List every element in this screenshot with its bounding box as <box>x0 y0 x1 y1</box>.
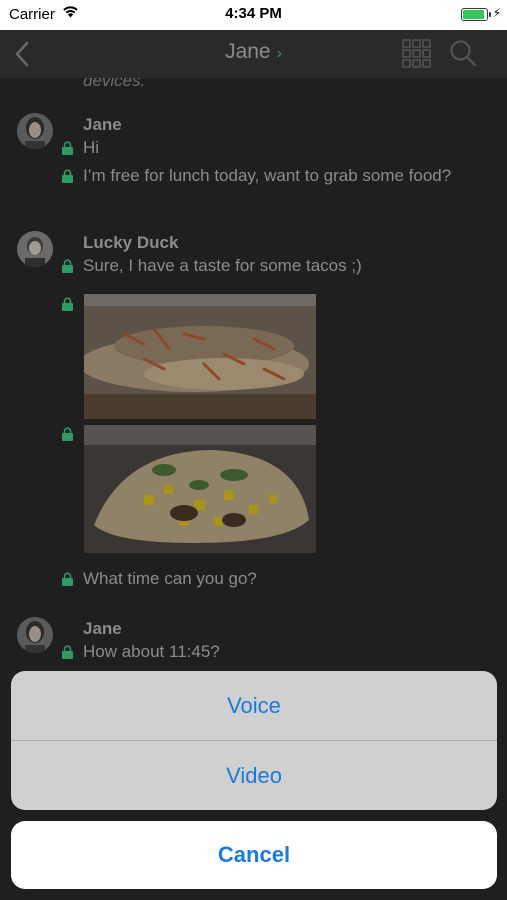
message-text[interactable]: Hi <box>83 137 483 159</box>
lock-icon <box>62 141 73 155</box>
contact-name: Jane <box>225 40 271 63</box>
previous-message-fragment: devices. <box>83 78 146 90</box>
lock-icon <box>62 427 73 441</box>
sender-name: Lucky Duck <box>83 233 179 252</box>
avatar[interactable] <box>17 113 53 149</box>
chevron-right-icon: › <box>276 45 282 62</box>
voice-call-button[interactable]: Voice <box>11 671 497 740</box>
taco-photo-2 <box>84 425 316 553</box>
photo-message[interactable] <box>84 294 316 419</box>
avatar[interactable] <box>17 617 53 653</box>
lock-icon <box>62 297 73 311</box>
lock-icon <box>62 645 73 659</box>
message-text[interactable]: What time can you go? <box>83 568 483 590</box>
avatar[interactable] <box>17 231 53 267</box>
lock-icon <box>62 572 73 586</box>
message-text[interactable]: How about 11:45? <box>83 641 483 663</box>
clock: 4:34 PM <box>225 5 282 22</box>
taco-photo-1 <box>84 294 316 419</box>
avatar-lucky-duck <box>17 231 53 267</box>
photo-message[interactable] <box>84 425 316 553</box>
search-icon[interactable] <box>449 39 477 67</box>
message-list[interactable]: devices. Jane Hi I’m free for lunch toda… <box>0 78 507 678</box>
grid-icon[interactable] <box>402 39 431 68</box>
sender-name: Jane <box>83 619 122 638</box>
video-call-button[interactable]: Video <box>11 741 497 810</box>
avatar-jane <box>17 113 53 149</box>
battery-icon <box>461 8 491 21</box>
battery-level <box>463 10 484 19</box>
lock-icon <box>62 169 73 183</box>
battery-cap <box>489 12 491 17</box>
message-text[interactable]: I’m free for lunch today, want to grab s… <box>83 165 473 187</box>
sender-name: Jane <box>83 115 122 134</box>
message-text[interactable]: Sure, I have a taste for some tacos ;) <box>83 255 483 277</box>
lock-icon <box>62 259 73 273</box>
call-type-action-sheet: Voice Video <box>11 671 497 810</box>
charging-bolt-icon: ⚡ <box>492 6 501 20</box>
nav-bar: Jane › <box>0 30 507 78</box>
cancel-button[interactable]: Cancel <box>11 821 497 889</box>
status-bar: Carrier 4:34 PM ⚡ <box>0 0 507 30</box>
avatar-jane <box>17 617 53 653</box>
